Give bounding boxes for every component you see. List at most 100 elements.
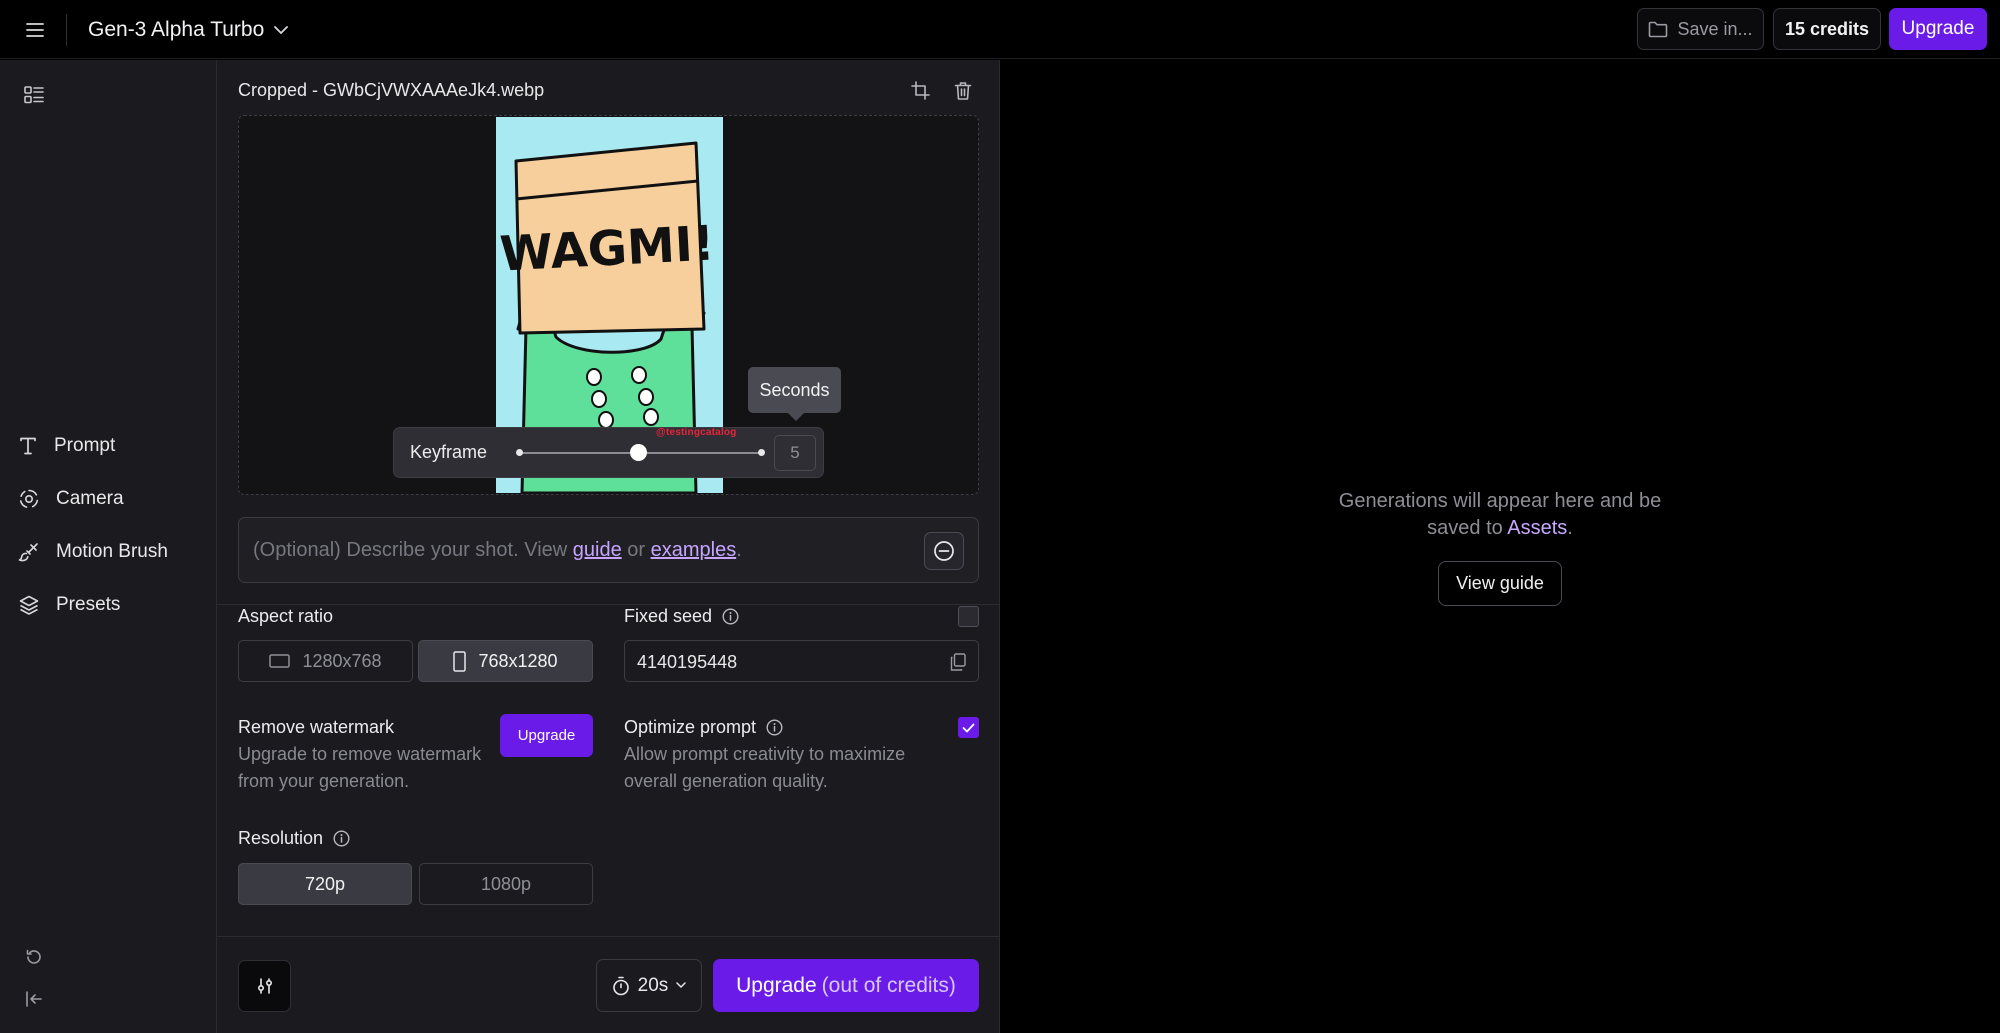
divider xyxy=(217,604,1000,605)
camera-orbit-icon xyxy=(19,489,39,508)
info-icon[interactable] xyxy=(766,719,783,736)
divider xyxy=(66,14,67,46)
keyframe-control: Keyframe 5 xyxy=(393,427,824,478)
sidebar-item-label: Prompt xyxy=(54,435,116,456)
save-in-button[interactable]: Save in... xyxy=(1637,8,1764,50)
text-t-icon xyxy=(20,437,36,455)
remove-watermark-label-text: Remove watermark xyxy=(238,717,395,737)
keyframe-seconds-input[interactable]: 5 xyxy=(774,435,816,471)
optimize-prompt-label: Optimize prompt xyxy=(624,717,783,738)
prompt-or-text: or xyxy=(621,539,651,561)
resolution-label-text: Resolution xyxy=(238,828,324,848)
description-line: from your generation. xyxy=(238,771,410,791)
sidebar: Prompt Camera Motion Brush Presets xyxy=(0,60,217,1033)
duration-value: 20s xyxy=(637,974,669,996)
chevron-down-icon xyxy=(274,25,289,34)
slider-end-dot xyxy=(758,449,765,456)
seed-input[interactable]: 4140195448 xyxy=(624,640,979,682)
sidebar-item-label: Motion Brush xyxy=(56,541,168,562)
aspect-portrait-option[interactable]: 768x1280 xyxy=(418,640,593,682)
prompt-placeholder[interactable]: (Optional) Describe your shot. View guid… xyxy=(253,539,742,562)
brush-icon xyxy=(18,543,38,562)
sign-text: WAGMI! xyxy=(498,215,715,282)
remove-watermark-label: Remove watermark xyxy=(238,717,394,738)
sidebar-item-label: Presets xyxy=(56,594,121,615)
sliders-icon xyxy=(257,978,272,994)
model-selector[interactable]: Gen-3 Alpha Turbo xyxy=(88,14,289,46)
layout-list-icon[interactable] xyxy=(20,82,48,108)
optimize-prompt-description: Allow prompt creativity to maximize over… xyxy=(624,741,905,795)
history-icon[interactable] xyxy=(20,943,48,971)
collapse-sidebar-icon[interactable] xyxy=(20,985,48,1013)
prompt-suffix: . xyxy=(736,539,742,561)
empty-state-message: Generations will appear here and be save… xyxy=(1300,488,1700,542)
keyframe-tooltip: Seconds xyxy=(748,367,841,421)
aspect-option-label: 1280x768 xyxy=(302,650,382,671)
optimize-prompt-label-text: Optimize prompt xyxy=(624,717,757,737)
sidebar-item-camera[interactable]: Camera xyxy=(18,481,208,517)
stopwatch-icon xyxy=(612,976,629,995)
sidebar-item-prompt[interactable]: Prompt xyxy=(18,428,208,464)
resolution-label: Resolution xyxy=(238,828,350,849)
generate-label: Upgrade xyxy=(736,973,817,997)
resolution-1080p-option[interactable]: 1080p xyxy=(419,863,593,905)
fixed-seed-label-text: Fixed seed xyxy=(624,606,713,626)
assets-link[interactable]: Assets xyxy=(1507,517,1567,539)
model-name: Gen-3 Alpha Turbo xyxy=(88,18,265,41)
description-line: Upgrade to remove watermark xyxy=(238,744,482,764)
view-guide-button[interactable]: View guide xyxy=(1438,561,1562,606)
check-icon xyxy=(962,723,975,732)
save-in-label: Save in... xyxy=(1677,18,1753,39)
fixed-seed-checkbox[interactable] xyxy=(958,606,979,627)
description-line: Allow prompt creativity to maximize xyxy=(624,744,906,764)
duration-selector[interactable]: 20s xyxy=(596,959,702,1012)
fixed-seed-label: Fixed seed xyxy=(624,606,739,627)
empty-state-prefix: saved to xyxy=(1427,517,1508,539)
guide-link[interactable]: guide xyxy=(573,539,622,561)
remove-watermark-upgrade-button[interactable]: Upgrade xyxy=(500,714,593,757)
copy-icon[interactable] xyxy=(950,653,966,671)
chevron-down-icon xyxy=(676,982,687,989)
resolution-720p-option[interactable]: 720p xyxy=(238,863,412,905)
portrait-icon xyxy=(453,650,467,672)
aspect-landscape-option[interactable]: 1280x768 xyxy=(238,640,413,682)
info-icon[interactable] xyxy=(333,830,350,847)
credits-button[interactable]: 15 credits xyxy=(1773,8,1881,50)
keyframe-slider-thumb[interactable] xyxy=(629,444,647,461)
prompt-input[interactable]: (Optional) Describe your shot. View guid… xyxy=(238,517,979,583)
trash-icon[interactable] xyxy=(949,77,977,105)
empty-state-suffix: . xyxy=(1567,517,1573,539)
keyframe-slider[interactable] xyxy=(516,444,765,461)
hamburger-menu-icon[interactable] xyxy=(20,17,50,43)
seed-value: 4140195448 xyxy=(637,652,738,672)
info-icon[interactable] xyxy=(722,608,739,625)
landscape-icon xyxy=(269,654,291,668)
slider-start-dot xyxy=(516,449,523,456)
description-line: overall generation quality. xyxy=(624,771,828,791)
sidebar-item-label: Camera xyxy=(56,488,124,509)
remove-watermark-description: Upgrade to remove watermark from your ge… xyxy=(238,741,481,795)
empty-state-line: saved to Assets. xyxy=(1300,515,1700,542)
aspect-ratio-label-text: Aspect ratio xyxy=(238,606,334,626)
remove-prompt-button[interactable] xyxy=(924,532,964,570)
layers-icon xyxy=(19,595,39,615)
prompt-placeholder-text: (Optional) Describe your shot. View xyxy=(253,539,573,561)
optimize-prompt-checkbox[interactable] xyxy=(958,717,979,738)
minus-circle-icon xyxy=(934,541,954,561)
keyframe-label: Keyframe xyxy=(410,442,488,462)
divider xyxy=(217,936,1000,937)
sidebar-item-motion-brush[interactable]: Motion Brush xyxy=(18,534,208,570)
generate-upgrade-button[interactable]: Upgrade (out of credits) xyxy=(713,959,979,1012)
sidebar-item-presets[interactable]: Presets xyxy=(18,587,208,623)
aspect-ratio-label: Aspect ratio xyxy=(238,606,333,627)
folder-icon xyxy=(1649,21,1668,37)
crop-icon[interactable] xyxy=(907,77,935,105)
empty-state-line: Generations will appear here and be xyxy=(1338,490,1662,512)
upgrade-button[interactable]: Upgrade xyxy=(1889,8,1987,50)
advanced-settings-button[interactable] xyxy=(238,960,291,1012)
aspect-option-label: 768x1280 xyxy=(478,650,558,671)
file-name: Cropped - GWbCjVWXAAAeJk4.webp xyxy=(238,80,545,100)
watermark-text: @testingcatalog xyxy=(656,427,737,438)
examples-link[interactable]: examples xyxy=(651,539,737,561)
out-of-credits-label: (out of credits) xyxy=(821,973,956,997)
